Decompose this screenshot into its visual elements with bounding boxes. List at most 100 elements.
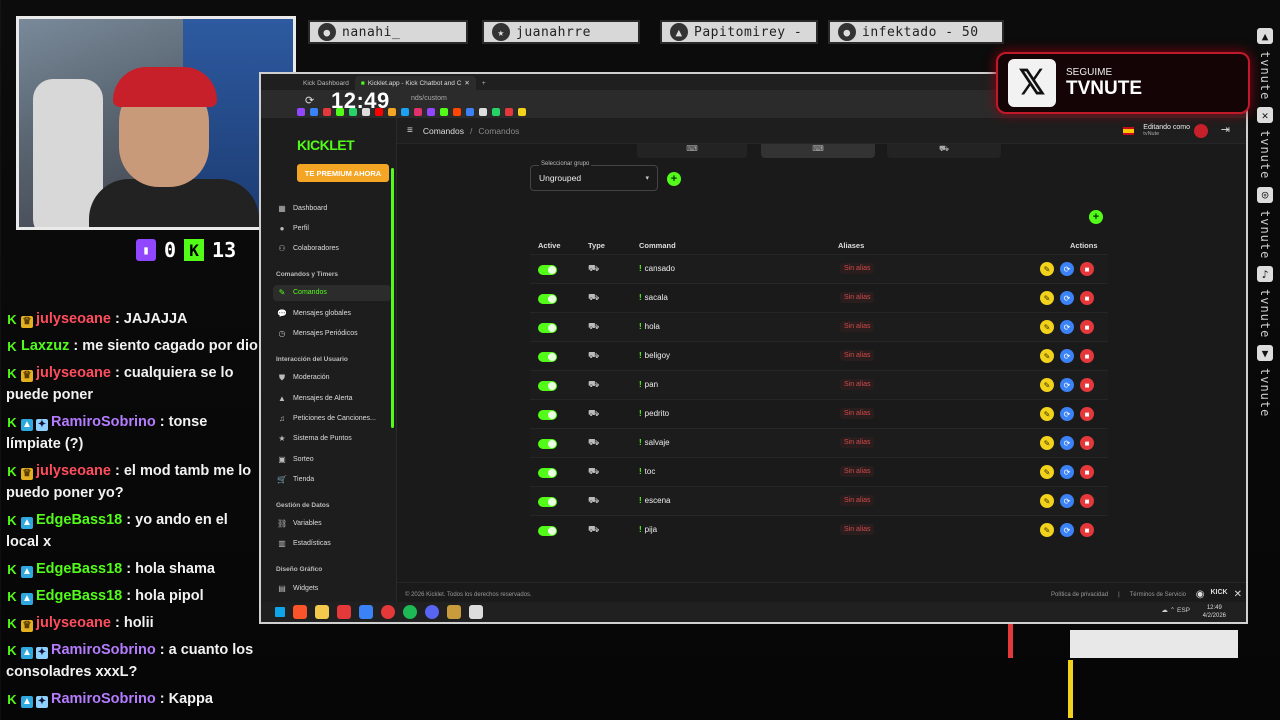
tab-commands-type[interactable]: ⌨ <box>637 144 747 158</box>
bookmark-icon[interactable] <box>466 108 474 116</box>
sidebar-item[interactable]: ▣ Sorteo <box>273 451 391 467</box>
active-toggle[interactable] <box>538 352 557 362</box>
sidebar-item[interactable]: ▦ Dashboard <box>273 200 391 216</box>
bookmark-icon[interactable] <box>492 108 500 116</box>
copy-icon[interactable]: ⟳ <box>1060 494 1074 508</box>
sidebar-item[interactable]: ♫ Peticiones de Canciones... <box>273 410 391 426</box>
start-icon[interactable] <box>275 607 285 617</box>
edit-icon[interactable]: ✎ <box>1040 436 1054 450</box>
bookmark-icon[interactable] <box>440 108 448 116</box>
avatar[interactable] <box>1194 124 1208 138</box>
delete-icon[interactable]: ■ <box>1080 436 1094 450</box>
delete-icon[interactable]: ■ <box>1080 465 1094 479</box>
edit-icon[interactable]: ✎ <box>1040 320 1054 334</box>
bookmark-icon[interactable] <box>518 108 526 116</box>
game-icon[interactable] <box>447 605 461 619</box>
bookmark-icon[interactable] <box>310 108 318 116</box>
menu-icon[interactable]: ≡ <box>407 125 413 136</box>
sidebar-scrollbar[interactable] <box>391 168 394 428</box>
active-toggle[interactable] <box>538 323 557 333</box>
sidebar-item[interactable]: 🛒 Tienda <box>273 471 391 487</box>
copy-icon[interactable]: ⟳ <box>1060 465 1074 479</box>
sidebar-item[interactable]: ★ Sistema de Puntos <box>273 431 391 447</box>
add-command-button[interactable]: + <box>1089 210 1103 224</box>
active-toggle[interactable] <box>538 439 557 449</box>
folder-icon[interactable] <box>315 605 329 619</box>
sidebar-item[interactable]: ⛊ Moderación <box>273 370 391 386</box>
delete-icon[interactable]: ■ <box>1080 291 1094 305</box>
delete-icon[interactable]: ■ <box>1080 523 1094 537</box>
edit-icon[interactable]: ✎ <box>1040 494 1054 508</box>
bookmark-icon[interactable] <box>505 108 513 116</box>
edit-icon[interactable]: ✎ <box>1040 349 1054 363</box>
sidebar-item[interactable]: ▥ Estadísticas <box>273 536 391 552</box>
copy-icon[interactable]: ⟳ <box>1060 407 1074 421</box>
active-toggle[interactable] <box>538 468 557 478</box>
bookmark-icon[interactable] <box>414 108 422 116</box>
active-toggle[interactable] <box>538 294 557 304</box>
discord-icon[interactable] <box>425 605 439 619</box>
sidebar-item[interactable]: ✎ Comandos <box>273 284 391 301</box>
active-toggle[interactable] <box>538 410 557 420</box>
obs-icon[interactable] <box>381 605 395 619</box>
sidebar-item[interactable]: ◷ Mensajes Periódicos <box>273 326 391 342</box>
copy-icon[interactable]: ⟳ <box>1060 523 1074 537</box>
reload-icon[interactable]: ⟳ <box>305 94 314 107</box>
logout-icon[interactable]: ⇥ <box>1221 123 1230 136</box>
bookmark-icon[interactable] <box>323 108 331 116</box>
copy-icon[interactable]: ⟳ <box>1060 436 1074 450</box>
spain-flag-icon[interactable] <box>1123 127 1134 135</box>
app-icon[interactable] <box>337 605 351 619</box>
bookmark-icon[interactable] <box>297 108 305 116</box>
new-tab-button[interactable]: + <box>476 76 492 90</box>
bookmark-icon[interactable] <box>453 108 461 116</box>
close-icon[interactable]: ✕ <box>464 79 469 87</box>
sidebar-item[interactable]: ● Perfil <box>273 220 391 236</box>
edit-icon[interactable]: ✎ <box>1040 378 1054 392</box>
group-select[interactable]: Ungrouped ▾ <box>530 165 658 191</box>
kick-icon[interactable]: KICK <box>1210 589 1227 600</box>
edit-icon[interactable]: ✎ <box>1040 291 1054 305</box>
copy-icon[interactable]: ⟳ <box>1060 378 1074 392</box>
edit-icon[interactable]: ✎ <box>1040 407 1054 421</box>
delete-icon[interactable]: ■ <box>1080 378 1094 392</box>
copy-icon[interactable]: ⟳ <box>1060 291 1074 305</box>
bookmark-icon[interactable] <box>479 108 487 116</box>
tab-commands-shop[interactable]: ⛟ <box>887 144 1001 158</box>
sidebar-item[interactable]: ▤ Widgets <box>273 580 391 596</box>
delete-icon[interactable]: ■ <box>1080 349 1094 363</box>
sidebar-item[interactable]: ▲ Mensajes de Alerta <box>273 390 391 406</box>
add-group-button[interactable]: + <box>667 172 681 186</box>
breadcrumb-link[interactable]: Comandos <box>423 126 464 136</box>
x-icon[interactable]: ✕ <box>1234 589 1242 600</box>
edit-icon[interactable]: ✎ <box>1040 262 1054 276</box>
app-icon[interactable] <box>469 605 483 619</box>
delete-icon[interactable]: ■ <box>1080 494 1094 508</box>
sidebar-item[interactable]: ⛓ Variables <box>273 516 391 532</box>
taskbar-clock[interactable]: 12:49 4/2/2026 <box>1203 604 1226 620</box>
discord-icon[interactable]: ◉ <box>1196 589 1205 600</box>
sidebar-item[interactable]: 💬 Mensajes globales <box>273 305 391 321</box>
active-toggle[interactable] <box>538 381 557 391</box>
brave-icon[interactable] <box>293 605 307 619</box>
spotify-icon[interactable] <box>403 605 417 619</box>
app-icon[interactable] <box>359 605 373 619</box>
active-toggle[interactable] <box>538 265 557 275</box>
delete-icon[interactable]: ■ <box>1080 407 1094 421</box>
system-tray[interactable]: ☁ ⌃ ESP <box>1161 606 1190 614</box>
tab-commands-custom[interactable]: ⌨ <box>761 144 875 158</box>
brand-logo[interactable]: KICKLET <box>297 137 355 153</box>
copy-icon[interactable]: ⟳ <box>1060 262 1074 276</box>
bookmark-icon[interactable] <box>427 108 435 116</box>
sidebar-item[interactable]: ⚇ Colaboradores <box>273 241 391 257</box>
delete-icon[interactable]: ■ <box>1080 262 1094 276</box>
edit-icon[interactable]: ✎ <box>1040 465 1054 479</box>
active-toggle[interactable] <box>538 526 557 536</box>
bookmark-icon[interactable] <box>401 108 409 116</box>
active-toggle[interactable] <box>538 497 557 507</box>
copy-icon[interactable]: ⟳ <box>1060 349 1074 363</box>
copy-icon[interactable]: ⟳ <box>1060 320 1074 334</box>
terms-link[interactable]: Términos de Servicio <box>1130 592 1186 598</box>
edit-icon[interactable]: ✎ <box>1040 523 1054 537</box>
delete-icon[interactable]: ■ <box>1080 320 1094 334</box>
